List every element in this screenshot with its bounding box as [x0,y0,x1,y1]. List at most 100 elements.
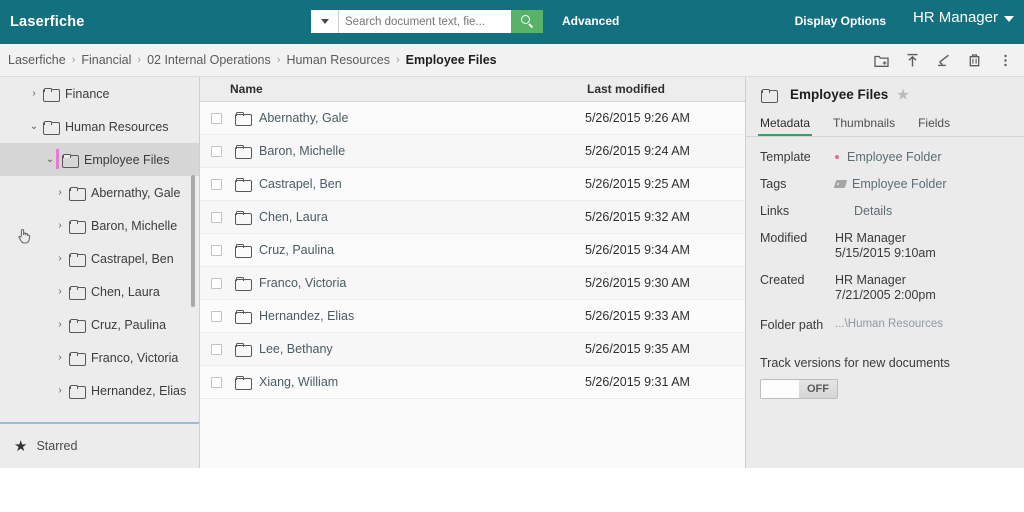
breadcrumb-item-human-resources[interactable]: Human Resources [286,53,390,67]
file-name-cell[interactable]: Abernathy, Gale [257,111,585,125]
table-row[interactable]: Franco, Victoria 5/26/2015 9:30 AM [200,267,745,300]
tree-item-human-resources[interactable]: ⌄ Human Resources [0,110,199,143]
row-checkbox[interactable] [211,376,222,388]
folder-icon [761,88,778,103]
tree-item-label: Human Resources [65,119,169,134]
table-row[interactable]: Baron, Michelle 5/26/2015 9:24 AM [200,135,745,168]
scan-icon[interactable] [935,52,952,69]
file-name-cell[interactable]: Castrapel, Ben [257,177,585,191]
chevron-down-icon[interactable]: ⌄ [26,121,42,132]
tree-item-chen-laura[interactable]: › Chen, Laura [0,275,199,308]
upload-icon[interactable] [904,52,921,69]
tree-item-finance[interactable]: › Finance [0,77,199,110]
breadcrumb-item-root[interactable]: Laserfiche [8,53,66,67]
folder-icon [69,186,86,201]
folder-icon [69,219,86,234]
row-checkbox[interactable] [211,112,222,124]
chevron-right-icon[interactable]: › [52,187,68,198]
folder-icon [235,211,252,225]
metadata-label-folder-path: Folder path [760,318,824,332]
folder-icon [43,120,60,135]
chevron-right-icon[interactable]: › [52,286,68,297]
tree-item-label: Baron, Michelle [91,218,178,233]
display-options-button[interactable]: Display Options [795,14,886,28]
metadata-value-template[interactable]: Employee Folder [835,150,942,164]
new-folder-icon[interactable] [873,52,890,69]
file-name-cell[interactable]: Cruz, Paulina [257,243,585,257]
row-checkbox[interactable] [211,178,222,190]
metadata-value-folder-path[interactable]: ...\Human Resources [835,318,943,332]
sidebar-item-starred[interactable]: ★ Starred [0,424,199,468]
delete-icon[interactable] [966,52,983,69]
tree-item-label: Chen, Laura [91,284,160,299]
row-checkbox[interactable] [211,343,222,355]
file-name-cell[interactable]: Franco, Victoria [257,276,585,290]
file-list-panel: Name Last modified Abernathy, Gale 5/26/… [200,77,745,468]
more-options-icon[interactable] [997,52,1014,69]
chevron-right-icon[interactable]: › [52,352,68,363]
tree-item-hernandez-elias[interactable]: › Hernandez, Elias [0,374,199,407]
metadata-panel: Employee Files ★ Metadata Thumbnails Fie… [745,77,1024,468]
row-checkbox[interactable] [211,244,222,256]
breadcrumb-separator-icon: › [276,54,281,66]
search-submit-button[interactable] [511,10,543,33]
search-scope-dropdown[interactable] [311,10,339,33]
modified-user: HR Manager [835,231,906,245]
column-header-last-modified[interactable]: Last modified [585,82,745,96]
breadcrumb-item-financial[interactable]: Financial [81,53,131,67]
chevron-right-icon[interactable]: › [26,88,42,99]
file-name-cell[interactable]: Chen, Laura [257,210,585,224]
chevron-right-icon[interactable]: › [52,385,68,396]
chevron-right-icon[interactable]: › [52,253,68,264]
breadcrumb-item-internal-operations[interactable]: 02 Internal Operations [147,53,271,67]
user-account-label: HR Manager [912,9,998,26]
table-row[interactable]: Castrapel, Ben 5/26/2015 9:25 AM [200,168,745,201]
file-name-cell[interactable]: Hernandez, Elias [257,309,585,323]
mouse-cursor-pointer-icon [16,227,32,244]
app-brand-logo[interactable]: Laserfiche [0,14,85,30]
row-checkbox[interactable] [211,277,222,289]
tree-item-franco-victoria[interactable]: › Franco, Victoria [0,341,199,374]
tree-item-abernathy-gale[interactable]: › Abernathy, Gale [0,176,199,209]
chevron-down-icon [1004,16,1014,22]
row-checkbox[interactable] [211,145,222,157]
chevron-right-icon[interactable]: › [52,220,68,231]
chevron-right-icon[interactable]: › [52,319,68,330]
table-row[interactable]: Hernandez, Elias 5/26/2015 9:33 AM [200,300,745,333]
modified-date: 5/15/2015 9:10am [835,246,936,260]
track-versions-toggle[interactable]: OFF [760,379,838,399]
last-modified-cell: 5/26/2015 9:25 AM [585,177,690,191]
file-name-cell[interactable]: Baron, Michelle [257,144,585,158]
tree-item-lee-bethany[interactable]: › Lee, Bethany [0,407,199,413]
star-icon: ★ [14,437,28,455]
metadata-value-tags[interactable]: Employee Folder [833,177,947,191]
metadata-value-links-details[interactable]: Details [835,204,892,218]
tab-thumbnails[interactable]: Thumbnails [833,116,908,136]
tree-item-castrapel-ben[interactable]: › Castrapel, Ben [0,242,199,275]
table-row[interactable]: Chen, Laura 5/26/2015 9:32 AM [200,201,745,234]
table-row[interactable]: Abernathy, Gale 5/26/2015 9:26 AM [200,102,745,135]
advanced-search-link[interactable]: Advanced [562,14,619,28]
metadata-value-created: HR Manager 7/21/2005 2:00pm [835,273,936,302]
table-row[interactable]: Cruz, Paulina 5/26/2015 9:34 AM [200,234,745,267]
search-input[interactable] [339,10,511,33]
file-name-cell[interactable]: Xiang, William [257,375,585,389]
user-account-menu[interactable]: HR Manager [913,9,1014,26]
tree-item-label: Finance [65,86,110,101]
column-header-name[interactable]: Name [200,82,585,96]
tree-item-employee-files[interactable]: ⌄ Employee Files [0,143,199,176]
star-icon[interactable]: ★ [897,87,909,103]
tab-fields[interactable]: Fields [918,116,963,136]
breadcrumb-item-employee-files[interactable]: Employee Files [406,53,497,67]
row-checkbox[interactable] [211,211,222,223]
file-name-cell[interactable]: Lee, Bethany [257,342,585,356]
metadata-panel-title: Employee Files ★ [746,77,1024,108]
tree-item-cruz-paulina[interactable]: › Cruz, Paulina [0,308,199,341]
laserfiche-app-window: Laserfiche Advanced Display Options HR M… [0,0,1024,468]
sidebar-scrollbar[interactable] [191,175,195,307]
table-row[interactable]: Xiang, William 5/26/2015 9:31 AM [200,366,745,399]
row-checkbox[interactable] [211,310,222,322]
created-date: 7/21/2005 2:00pm [835,288,936,302]
tab-metadata[interactable]: Metadata [757,116,823,136]
table-row[interactable]: Lee, Bethany 5/26/2015 9:35 AM [200,333,745,366]
